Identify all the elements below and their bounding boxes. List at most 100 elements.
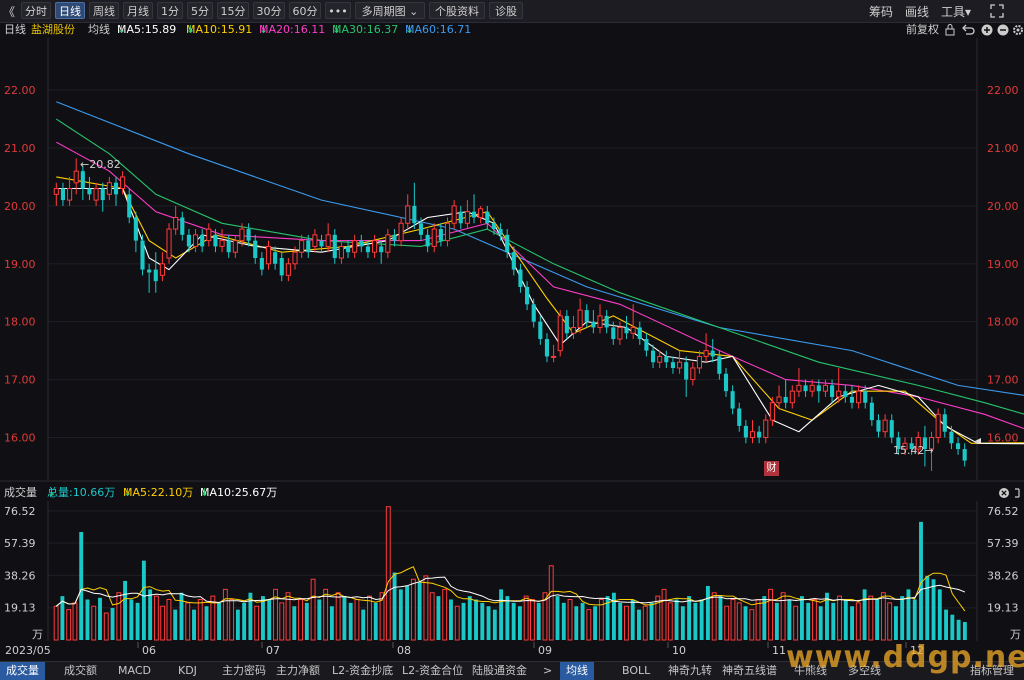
- candle-body[interactable]: [557, 315, 563, 352]
- adjust-mode[interactable]: 前复权: [906, 22, 939, 38]
- candle-body[interactable]: [511, 252, 516, 270]
- candle-body[interactable]: [206, 228, 212, 242]
- volume-bar[interactable]: [197, 599, 203, 641]
- volume-bar[interactable]: [467, 596, 472, 640]
- volume-bar[interactable]: [436, 596, 441, 640]
- volume-bar[interactable]: [887, 602, 893, 641]
- volume-bar[interactable]: [900, 596, 905, 640]
- candle-body[interactable]: [253, 240, 258, 258]
- volume-bar[interactable]: [637, 609, 641, 640]
- candle-body[interactable]: [690, 367, 696, 381]
- candle-body[interactable]: [717, 356, 722, 374]
- fullscreen-icon[interactable]: [990, 4, 1004, 18]
- volume-bar[interactable]: [217, 602, 222, 640]
- candle-body[interactable]: [776, 396, 782, 404]
- candle-body[interactable]: [246, 229, 251, 241]
- candle-body[interactable]: [319, 240, 324, 247]
- volume-bar[interactable]: [367, 595, 372, 641]
- candle-body[interactable]: [935, 413, 941, 438]
- volume-bar[interactable]: [956, 619, 961, 640]
- volume-bar[interactable]: [79, 532, 84, 640]
- indicator-tab-8[interactable]: 陆股通资金: [472, 662, 527, 680]
- candle-body[interactable]: [200, 234, 205, 247]
- volume-bar[interactable]: [179, 592, 184, 640]
- candle-body[interactable]: [637, 327, 642, 340]
- volume-bar[interactable]: [110, 607, 115, 640]
- candle-body[interactable]: [87, 188, 92, 195]
- volume-bar[interactable]: [72, 602, 78, 641]
- candle-body[interactable]: [843, 391, 848, 397]
- candle-body[interactable]: [789, 390, 795, 404]
- chips-button[interactable]: 筹码: [869, 3, 893, 20]
- candle-body[interactable]: [259, 258, 264, 270]
- volume-bar[interactable]: [768, 588, 774, 641]
- volume-bar[interactable]: [204, 606, 209, 640]
- candle-body[interactable]: [312, 234, 318, 247]
- volume-bar[interactable]: [116, 592, 122, 641]
- volume-bar[interactable]: [310, 578, 316, 641]
- draw-line-button[interactable]: 画线: [905, 3, 929, 20]
- volume-bar[interactable]: [185, 602, 191, 641]
- candle-body[interactable]: [338, 245, 344, 259]
- candle-body[interactable]: [830, 385, 835, 397]
- volume-bar[interactable]: [529, 599, 535, 641]
- collapse-left-icon[interactable]: 《: [3, 3, 15, 20]
- period-tab-9[interactable]: •••: [325, 2, 351, 19]
- indicator-tab-11[interactable]: 神奇九转: [668, 662, 712, 680]
- candle-body[interactable]: [166, 228, 172, 259]
- candle-body[interactable]: [889, 420, 894, 438]
- volume-bar[interactable]: [160, 605, 166, 641]
- indicator-tab-0[interactable]: 成交量: [0, 662, 45, 680]
- candle-body[interactable]: [232, 240, 238, 253]
- volume-bar[interactable]: [398, 589, 403, 640]
- volume-bar[interactable]: [166, 599, 172, 641]
- volume-bar[interactable]: [618, 602, 623, 640]
- volume-bar[interactable]: [292, 606, 297, 640]
- candle-body[interactable]: [438, 229, 443, 241]
- indicator-tab-10[interactable]: BOLL: [622, 662, 650, 680]
- volume-bar[interactable]: [461, 602, 466, 640]
- volume-bar[interactable]: [323, 588, 329, 641]
- volume-bar[interactable]: [474, 599, 478, 641]
- volume-bar[interactable]: [335, 592, 341, 641]
- candle-body[interactable]: [431, 228, 437, 247]
- volume-bar[interactable]: [611, 592, 616, 640]
- candle-body[interactable]: [491, 223, 496, 230]
- candle-body[interactable]: [869, 402, 874, 421]
- candle-body[interactable]: [60, 188, 66, 201]
- volume-bar[interactable]: [649, 602, 654, 640]
- indicator-tab-5[interactable]: 主力净额: [276, 662, 320, 680]
- candle-body[interactable]: [451, 205, 457, 224]
- candle-body[interactable]: [876, 420, 881, 432]
- volume-bar[interactable]: [405, 586, 410, 640]
- candle-body[interactable]: [405, 205, 411, 224]
- volume-bar[interactable]: [893, 606, 898, 640]
- period-tab-4[interactable]: 1分: [157, 2, 183, 19]
- candle-body[interactable]: [279, 258, 284, 276]
- zoom-out-icon[interactable]: [997, 24, 1009, 36]
- volume-bar[interactable]: [279, 602, 285, 641]
- scroll-tabs-right-icon[interactable]: >: [543, 662, 552, 680]
- period-tab-5[interactable]: 5分: [187, 2, 213, 19]
- candle-body[interactable]: [597, 315, 603, 328]
- volume-bar[interactable]: [680, 606, 685, 640]
- period-tab-10[interactable]: 多周期图 ⌄: [355, 2, 425, 19]
- volume-bar[interactable]: [674, 599, 679, 641]
- candle-body[interactable]: [147, 269, 152, 273]
- indicator-tab-4[interactable]: 主力密码: [222, 662, 266, 680]
- candle-body[interactable]: [570, 326, 577, 334]
- candle-body[interactable]: [611, 327, 616, 340]
- period-tab-12[interactable]: 诊股: [489, 2, 523, 19]
- candle-body[interactable]: [962, 449, 967, 461]
- candle-body[interactable]: [624, 327, 629, 334]
- financial-report-badge[interactable]: 财: [764, 461, 779, 476]
- indicator-tab-9[interactable]: 均线: [560, 662, 594, 680]
- volume-bar[interactable]: [373, 602, 378, 640]
- volume-bar[interactable]: [642, 605, 648, 641]
- period-tab-3[interactable]: 月线: [123, 2, 153, 19]
- candle-body[interactable]: [265, 245, 272, 265]
- candle-body[interactable]: [425, 234, 430, 247]
- candle-body[interactable]: [783, 396, 788, 403]
- candle-body[interactable]: [80, 171, 85, 189]
- period-tab-6[interactable]: 15分: [217, 2, 249, 19]
